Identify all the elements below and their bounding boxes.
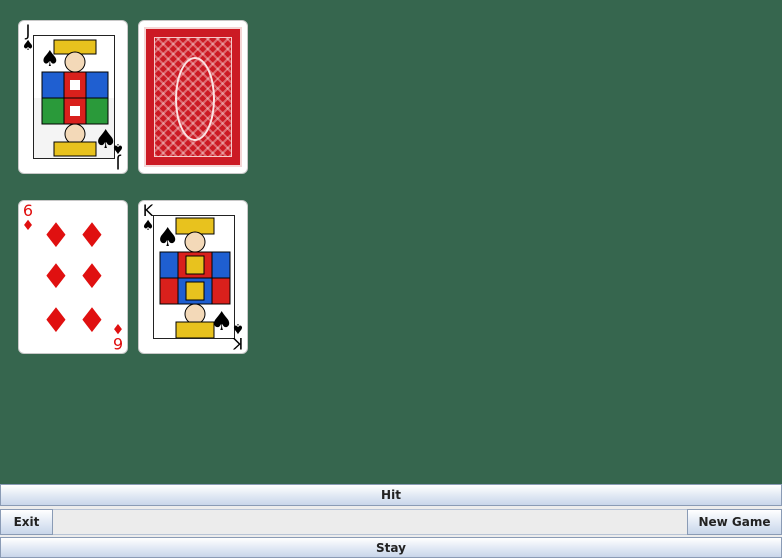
exit-button[interactable]: Exit xyxy=(0,509,53,535)
card-index-top: 6 ♦ xyxy=(21,201,35,234)
diamond-pip-icon: ♦ xyxy=(40,257,72,297)
spade-suit-icon: ♠ xyxy=(231,320,245,336)
diamond-pip-icon: ♦ xyxy=(76,216,108,256)
card-rank: 6 xyxy=(22,201,34,220)
king-face-illustration: ♠ ♠ xyxy=(153,215,235,339)
card-rank: K xyxy=(232,334,244,353)
spade-suit-icon: ♠ xyxy=(111,140,125,156)
card-rank: J xyxy=(115,154,121,173)
svg-text:♠: ♠ xyxy=(156,223,179,253)
diamond-suit-icon: ♦ xyxy=(111,320,125,336)
diamond-pip-icon: ♦ xyxy=(40,301,72,341)
card-back-pattern xyxy=(144,27,242,167)
player-card-king-of-spades: K ♠ ♠ ♠ K ♠ xyxy=(138,200,248,354)
svg-text:♠: ♠ xyxy=(40,47,60,72)
card-rank: 6 xyxy=(112,334,124,353)
card-index-bottom: J ♠ xyxy=(111,140,125,173)
card-index-bottom: 6 ♦ xyxy=(111,320,125,353)
diamond-pip-icon: ♦ xyxy=(40,216,72,256)
card-index-bottom: K ♠ xyxy=(231,320,245,353)
stay-button[interactable]: Stay xyxy=(0,537,782,558)
game-table: J ♠ ♠ ♠ J ♠ 6 ♦ ♦ ♦ ♦ ♦ ♦ ♦ 6 ♦ K ♠ ♠ ♠ … xyxy=(0,0,782,484)
player-card-six-of-diamonds: 6 ♦ ♦ ♦ ♦ ♦ ♦ ♦ 6 ♦ xyxy=(18,200,128,354)
jack-face-illustration: ♠ ♠ xyxy=(33,35,115,159)
card-back-ornament-icon xyxy=(175,57,215,141)
dealer-card-jack-of-spades: J ♠ ♠ ♠ J ♠ xyxy=(18,20,128,174)
control-row: Exit New Game xyxy=(0,509,782,535)
svg-text:♠: ♠ xyxy=(210,307,233,337)
diamond-pip-icon: ♦ xyxy=(76,301,108,341)
new-game-button[interactable]: New Game xyxy=(687,509,782,535)
status-field xyxy=(53,509,687,535)
hit-button[interactable]: Hit xyxy=(0,484,782,506)
diamond-pip-icon: ♦ xyxy=(76,257,108,297)
dealer-card-face-down xyxy=(138,20,248,174)
diamond-suit-icon: ♦ xyxy=(21,218,35,234)
